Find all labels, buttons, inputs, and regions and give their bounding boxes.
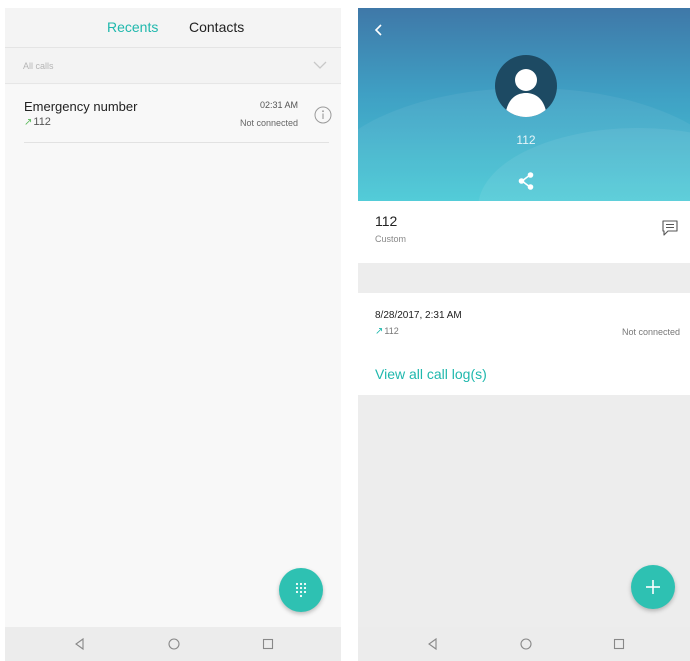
dialpad-icon: [295, 582, 307, 598]
avatar: [495, 55, 557, 117]
navigation-bar: [5, 627, 341, 661]
tab-contacts[interactable]: Contacts: [189, 19, 244, 35]
call-log-date: 8/28/2017, 2:31 AM: [375, 310, 462, 321]
call-number: 112: [33, 116, 51, 128]
add-contact-button[interactable]: [631, 565, 675, 609]
back-icon[interactable]: [72, 636, 88, 652]
call-log-number-line: ↗112: [375, 326, 399, 337]
outgoing-arrow-icon: ↗: [24, 117, 33, 128]
home-icon[interactable]: [166, 636, 182, 652]
info-icon[interactable]: [314, 106, 332, 124]
back-icon[interactable]: [425, 636, 441, 652]
tab-recents[interactable]: Recents: [107, 19, 158, 35]
back-arrow-icon[interactable]: [372, 21, 386, 39]
row-divider: [24, 142, 329, 143]
call-log-status: Not connected: [621, 327, 680, 337]
recents-icon[interactable]: [611, 636, 627, 652]
call-log-number: 112: [384, 326, 399, 336]
dialpad-button[interactable]: [279, 568, 323, 612]
navigation-bar: [358, 627, 690, 661]
call-list: Emergency number ↗112 02:31 AM Not conne…: [5, 85, 341, 635]
chevron-down-icon: [313, 61, 327, 69]
message-icon[interactable]: [660, 218, 680, 238]
home-icon[interactable]: [518, 636, 534, 652]
call-status: Not connected: [239, 118, 298, 128]
contact-detail-screen: 112 112 Custom 8/28/2017, 2:31 AM ↗112 N…: [358, 8, 690, 661]
filter-label: All calls: [23, 61, 54, 71]
call-filter-dropdown[interactable]: All calls: [5, 48, 341, 84]
tab-bar: Recents Contacts: [5, 8, 341, 48]
call-list-item[interactable]: Emergency number ↗112 02:31 AM Not conne…: [5, 85, 341, 151]
view-all-call-logs-link[interactable]: View all call log(s): [375, 366, 487, 382]
contact-info-card: 112 Custom: [358, 201, 690, 263]
person-icon: [505, 69, 547, 117]
contact-number[interactable]: 112: [375, 213, 397, 229]
header-number: 112: [516, 133, 536, 147]
call-number-line: ↗112: [24, 116, 51, 128]
recents-icon[interactable]: [260, 636, 276, 652]
contact-number-type: Custom: [375, 234, 407, 244]
outgoing-arrow-icon: ↗: [375, 326, 384, 337]
recents-screen: Recents Contacts All calls Emergency num…: [5, 8, 341, 661]
call-time: 02:31 AM: [259, 100, 298, 110]
add-icon: [646, 580, 660, 594]
call-contact-name: Emergency number: [24, 99, 138, 114]
share-icon[interactable]: [516, 170, 536, 192]
contact-header: 112: [358, 8, 690, 201]
